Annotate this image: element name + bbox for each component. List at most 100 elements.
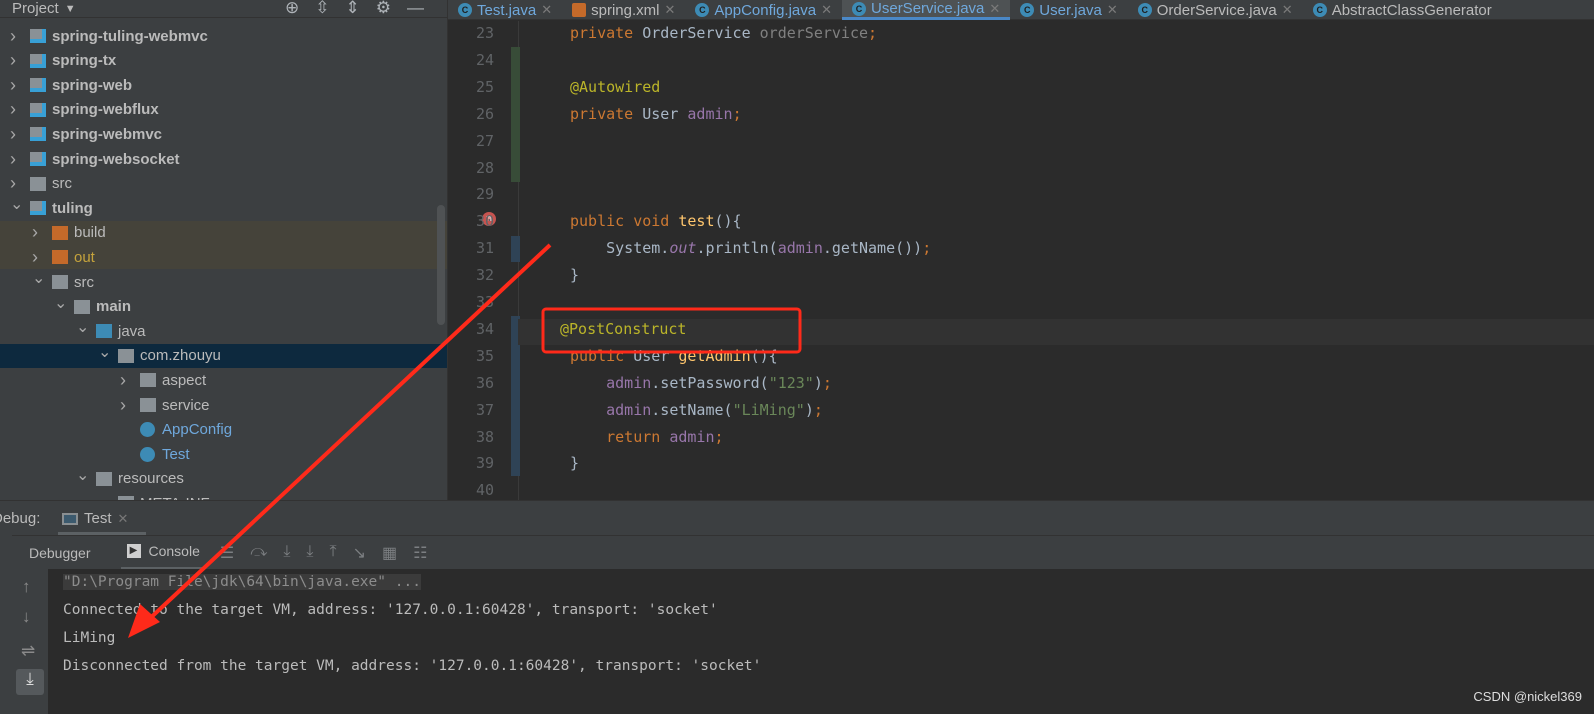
- code-line[interactable]: public User getAdmin(){: [570, 347, 778, 365]
- project-title[interactable]: Project: [12, 0, 59, 17]
- chevron-right-icon[interactable]: ›: [32, 222, 42, 243]
- tree-item[interactable]: › spring-web: [0, 73, 447, 97]
- editor-tab[interactable]: C UserService.java ✕: [842, 0, 1011, 20]
- code-line[interactable]: admin.setName("LiMing");: [570, 401, 823, 419]
- code-line[interactable]: private User admin;: [570, 105, 742, 123]
- module-icon: [30, 102, 46, 117]
- chevron-right-icon[interactable]: ›: [120, 395, 130, 416]
- code-line[interactable]: private OrderService orderService;: [570, 24, 877, 42]
- tree-item[interactable]: ⌄ main: [0, 295, 447, 319]
- force-step-into-icon[interactable]: ⤓: [306, 543, 313, 563]
- tree-item[interactable]: ⌄ src: [0, 270, 447, 294]
- tree-item[interactable]: › aspect: [0, 368, 447, 392]
- tab-debugger[interactable]: Debugger: [29, 545, 91, 561]
- scroll-to-end-icon[interactable]: ⤓: [16, 669, 44, 695]
- tree-item[interactable]: › spring-webflux: [0, 98, 447, 122]
- close-tab-icon[interactable]: ✕: [664, 2, 675, 18]
- chevron-right-icon[interactable]: ›: [10, 173, 20, 194]
- chevron-right-icon[interactable]: ›: [10, 26, 20, 47]
- close-icon[interactable]: ✕: [118, 511, 129, 527]
- tree-item[interactable]: › out: [0, 245, 447, 270]
- run-to-cursor-icon[interactable]: ↘: [353, 543, 366, 563]
- step-over-icon[interactable]: ⤼: [250, 543, 267, 563]
- chevron-down-icon[interactable]: ⌄: [10, 194, 23, 214]
- soft-wrap-icon[interactable]: ⇌: [21, 641, 35, 661]
- evaluate-icon[interactable]: ▦: [382, 543, 397, 563]
- editor-tab[interactable]: C User.java ✕: [1010, 0, 1127, 20]
- code-line[interactable]: return admin;: [570, 427, 723, 446]
- tree-item[interactable]: › spring-tx: [0, 49, 447, 73]
- chevron-right-icon[interactable]: ›: [10, 99, 20, 120]
- chevron-down-icon[interactable]: ⌄: [98, 342, 111, 362]
- line-number: 28: [475, 158, 494, 177]
- collapse-all-icon[interactable]: ⇕: [346, 0, 360, 18]
- editor-tab[interactable]: C AbstractClassGenerator: [1303, 0, 1502, 20]
- locate-icon[interactable]: ⊕: [285, 0, 299, 18]
- chevron-right-icon[interactable]: ›: [10, 149, 20, 170]
- code-editor[interactable]: m 23 private OrderService orderService; 24…: [448, 21, 1594, 500]
- debug-tab-test[interactable]: Test ✕: [58, 505, 146, 535]
- editor-tab[interactable]: C OrderService.java ✕: [1128, 0, 1303, 20]
- tree-item[interactable]: › service: [0, 393, 447, 417]
- tree-scrollbar[interactable]: [437, 205, 445, 325]
- tree-item-label: out: [74, 248, 95, 266]
- tab-label: UserService.java: [871, 0, 985, 17]
- chevron-right-icon[interactable]: ›: [10, 124, 20, 145]
- chevron-right-icon[interactable]: ›: [10, 75, 20, 96]
- close-tab-icon[interactable]: ✕: [541, 2, 552, 18]
- chevron-down-icon[interactable]: ⌄: [76, 465, 89, 485]
- console-output[interactable]: "D:\Program File\jdk\64\bin\java.exe" ..…: [48, 569, 1594, 714]
- chevron-right-icon[interactable]: ›: [120, 370, 130, 391]
- tree-item[interactable]: ⌄ resources: [0, 467, 447, 491]
- up-icon[interactable]: ↑: [22, 577, 31, 597]
- code-line[interactable]: admin.setPassword("123");: [570, 374, 832, 392]
- gear-icon[interactable]: ⚙: [376, 0, 391, 18]
- step-into-icon[interactable]: ⤓: [283, 543, 290, 563]
- chevron-down-icon[interactable]: ⌄: [32, 268, 45, 288]
- tab-label: AppConfig.java: [714, 1, 817, 19]
- code-token: OrderService: [642, 24, 760, 42]
- code-line[interactable]: }: [570, 266, 579, 284]
- close-tab-icon[interactable]: ✕: [989, 1, 1000, 17]
- tree-item[interactable]: › spring-websocket: [0, 147, 447, 171]
- tree-item[interactable]: ⌄ com.zhouyu: [0, 342, 447, 368]
- dropdown-icon[interactable]: ▼: [65, 3, 76, 15]
- tree-item[interactable]: › spring-tuling-webmvc: [0, 24, 447, 48]
- code-token: System.: [570, 239, 670, 258]
- tab-console[interactable]: ▶ Console: [120, 536, 206, 570]
- watermark: CSDN @nickel369: [1473, 689, 1582, 704]
- code-line[interactable]: public void test(){: [570, 212, 742, 230]
- code-line[interactable]: @Autowired: [570, 78, 660, 96]
- tree-item[interactable]: › build: [0, 220, 447, 245]
- close-tab-icon[interactable]: ✕: [1107, 2, 1118, 18]
- step-out-icon[interactable]: ⤒: [329, 543, 336, 563]
- editor-tab[interactable]: C AppConfig.java ✕: [685, 0, 842, 20]
- tree-item[interactable]: › spring-webmvc: [0, 122, 447, 146]
- tree-item[interactable]: ⌄ java: [0, 319, 447, 343]
- code-line[interactable]: }: [570, 454, 579, 472]
- chevron-down-icon[interactable]: ⌄: [76, 317, 89, 337]
- tree-item-label: AppConfig: [162, 421, 233, 439]
- line-number: 27: [475, 131, 494, 150]
- trace-icon[interactable]: ☷: [413, 543, 427, 563]
- menu-icon[interactable]: ☰: [220, 543, 234, 563]
- down-icon[interactable]: ↓: [22, 607, 31, 627]
- close-tab-icon[interactable]: ✕: [821, 2, 832, 18]
- code-line[interactable]: System.out.println(admin.getName());: [570, 239, 931, 257]
- tree-item[interactable]: ⌄ tuling: [0, 196, 447, 220]
- chevron-down-icon[interactable]: ⌄: [54, 293, 67, 313]
- tree-item-label: resources: [118, 470, 184, 488]
- editor-tab[interactable]: C Test.java ✕: [448, 0, 562, 20]
- close-tab-icon[interactable]: ✕: [1282, 2, 1293, 18]
- hide-icon[interactable]: —: [407, 0, 424, 18]
- code-line[interactable]: @PostConstruct: [560, 320, 686, 338]
- code-token: admin: [669, 427, 715, 446]
- chevron-right-icon[interactable]: ›: [32, 247, 42, 268]
- editor-tab[interactable]: spring.xml ✕: [562, 0, 685, 20]
- tree-item[interactable]: AppConfig: [0, 418, 447, 442]
- line-number: 26: [475, 104, 494, 123]
- tree-item[interactable]: › src: [0, 172, 447, 196]
- tree-item[interactable]: Test: [0, 442, 447, 466]
- chevron-right-icon[interactable]: ›: [10, 50, 20, 71]
- expand-all-icon[interactable]: ⇳: [315, 0, 329, 18]
